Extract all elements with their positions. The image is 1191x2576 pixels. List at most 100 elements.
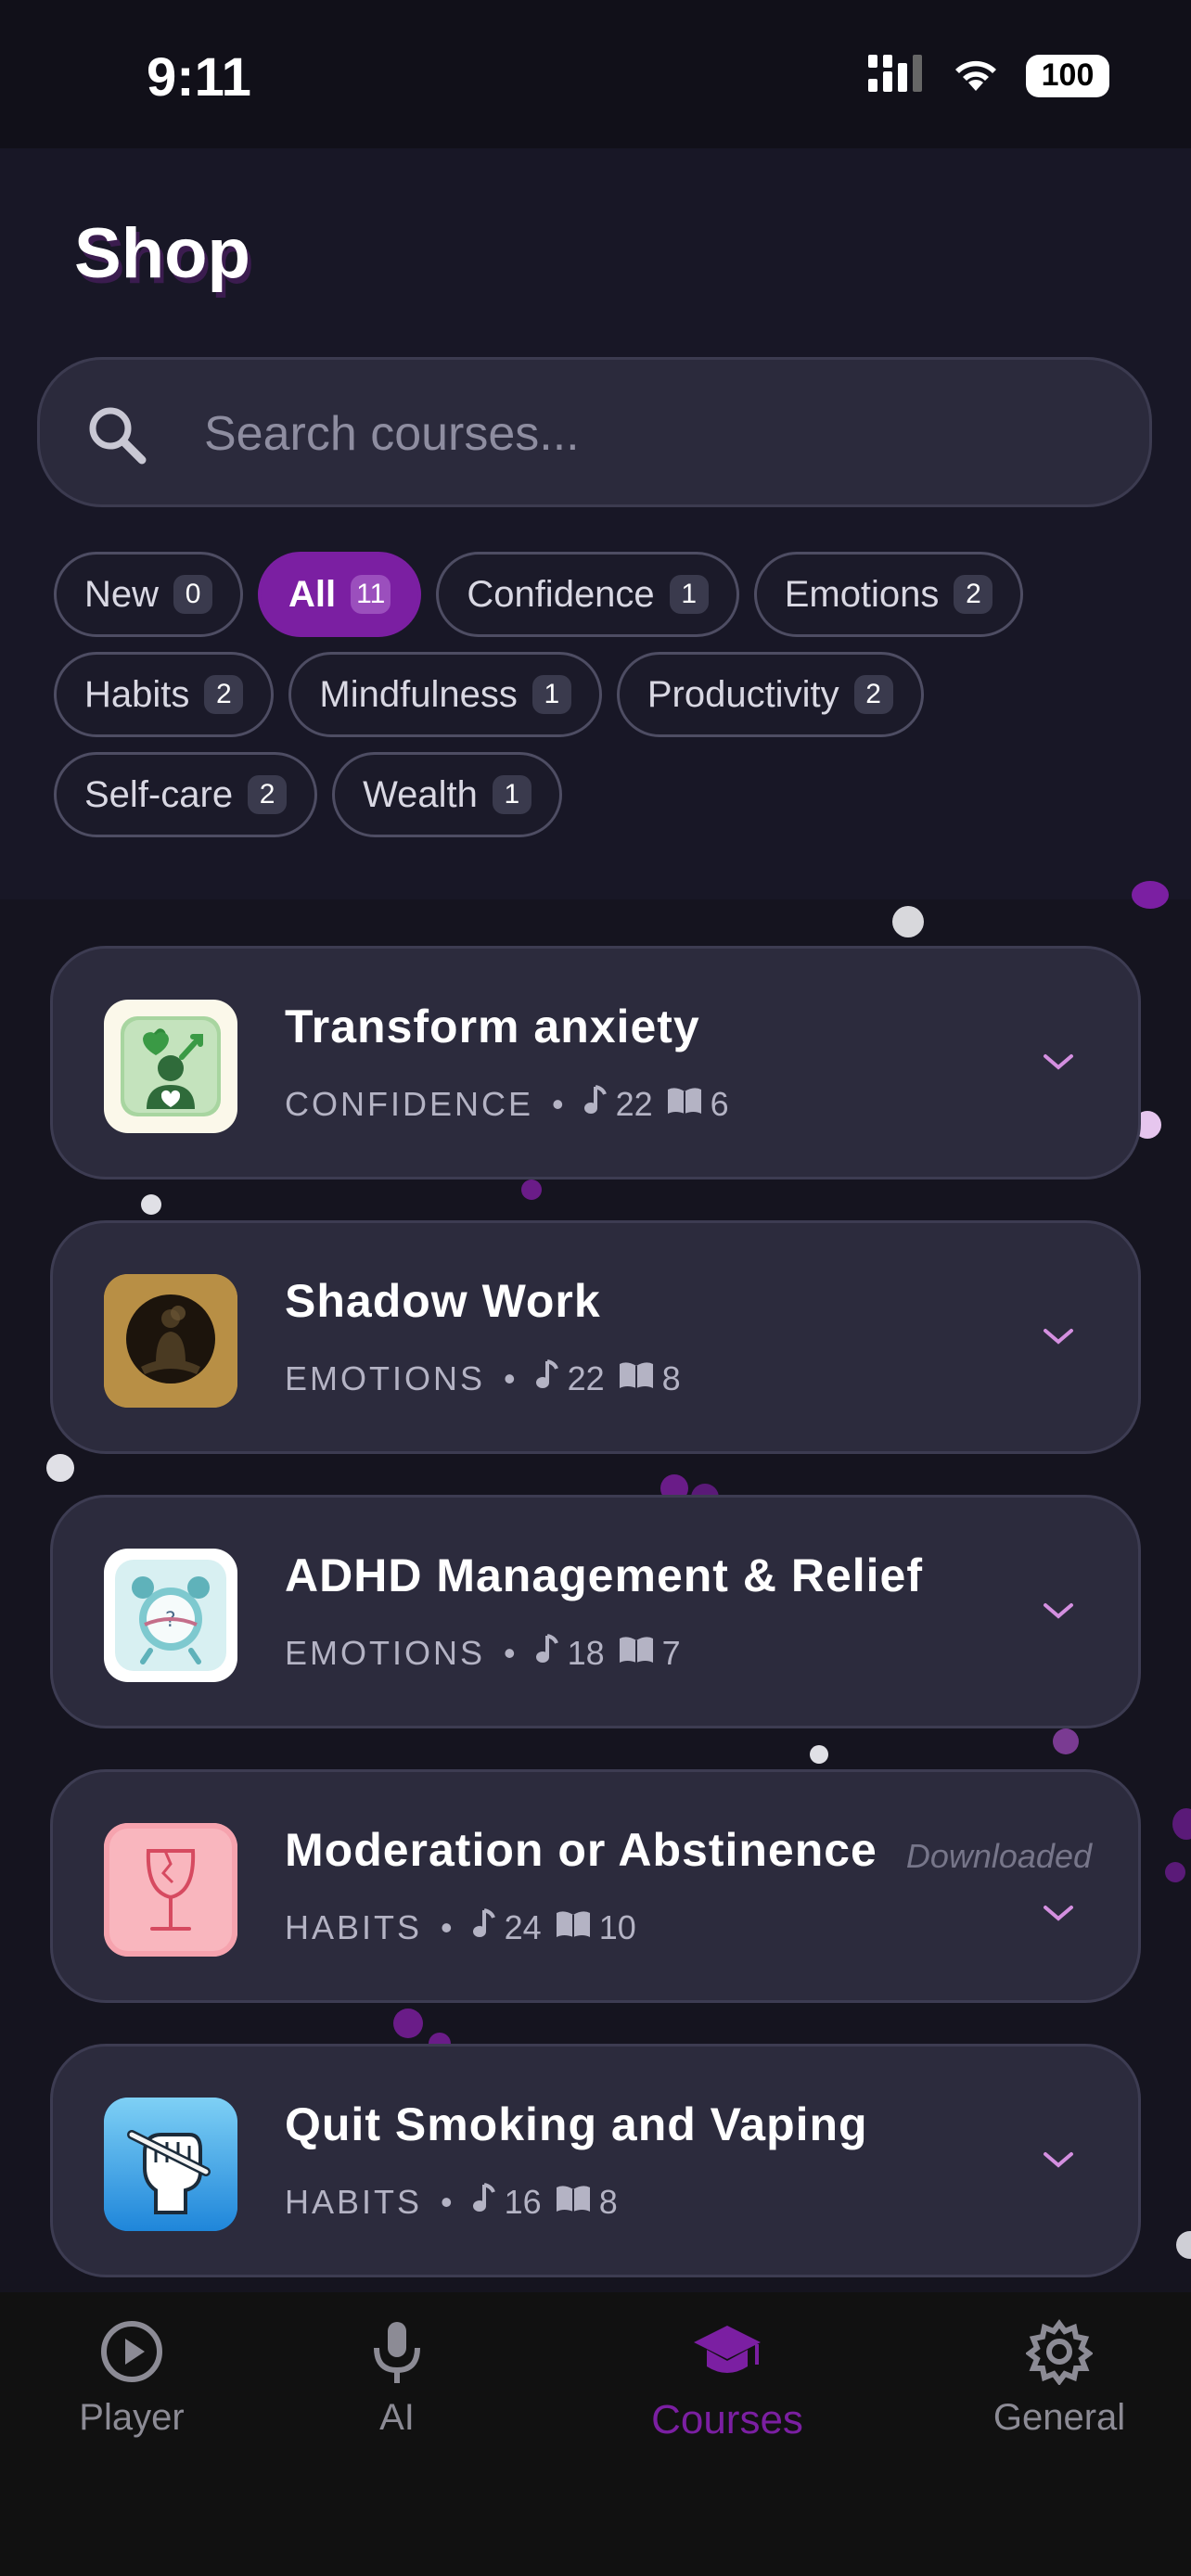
cellular-signal-icon (868, 55, 926, 96)
filter-chip-productivity[interactable]: Productivity 2 (616, 652, 924, 737)
course-card[interactable]: ? ADHD Management & Relief EMOTIONS • 18… (50, 1495, 1141, 1728)
tab-general[interactable]: General (957, 2318, 1161, 2439)
chevron-down-icon[interactable] (1042, 1325, 1075, 1352)
course-card[interactable]: Moderation or Abstinence Downloaded HABI… (50, 1769, 1141, 2003)
chip-count: 0 (173, 575, 213, 614)
course-title: Moderation or Abstinence (285, 1824, 877, 1876)
course-card[interactable]: Shadow Work EMOTIONS • 22 8 (50, 1220, 1141, 1454)
chip-count: 11 (351, 575, 391, 614)
particle (810, 1745, 828, 1764)
filter-chip-wealth[interactable]: Wealth 1 (332, 752, 562, 837)
fist-cigarette-icon (104, 2098, 237, 2231)
course-meta: EMOTIONS • 18 7 (285, 1632, 694, 1674)
course-card[interactable]: Transform anxiety CONFIDENCE • 22 6 (50, 946, 1141, 1180)
audio-count: 22 (615, 1084, 653, 1123)
course-meta: EMOTIONS • 22 8 (285, 1358, 694, 1399)
chip-count: 2 (954, 575, 993, 614)
separator-dot: • (552, 1084, 564, 1123)
status-bar: 9:11 100 (0, 0, 1191, 148)
book-icon (555, 1908, 592, 1947)
chip-label: Wealth (363, 773, 478, 815)
downloaded-label: Downloaded (905, 1837, 1092, 1875)
particle (1132, 881, 1169, 909)
page-title: Shop (74, 214, 250, 293)
alarm-clock-icon: ? (104, 1549, 237, 1682)
chip-label: Emotions (784, 573, 940, 615)
wifi-icon (950, 54, 1002, 97)
filter-chip-mindfulness[interactable]: Mindfulness 1 (288, 652, 602, 737)
tab-player[interactable]: Player (30, 2318, 234, 2439)
course-title: ADHD Management & Relief (285, 1549, 923, 1601)
reading-count: 10 (598, 1907, 636, 1946)
filter-chip-emotions[interactable]: Emotions 2 (753, 552, 1024, 637)
graduation-cap-icon (690, 2326, 764, 2389)
tab-courses[interactable]: Courses (625, 2318, 829, 2443)
music-note-icon (471, 1906, 497, 1948)
separator-dot: • (441, 1907, 453, 1946)
chevron-down-icon[interactable] (1042, 2149, 1075, 2175)
audio-count: 16 (504, 2182, 542, 2221)
tab-label: Player (79, 2397, 185, 2438)
particle (1165, 1862, 1185, 1882)
particle (1172, 1808, 1191, 1840)
chip-count: 2 (204, 675, 244, 714)
search-input[interactable] (202, 393, 1115, 475)
music-note-icon (583, 1083, 608, 1125)
chip-count: 1 (492, 775, 531, 814)
particle (1053, 1728, 1079, 1754)
tab-label: General (992, 2397, 1126, 2438)
book-icon (618, 1359, 655, 1398)
particle (892, 906, 924, 937)
particle (1176, 2231, 1191, 2259)
battery-indicator: 100 (1026, 54, 1109, 97)
course-category: EMOTIONS (285, 1358, 486, 1397)
filter-chip-all[interactable]: All 11 (258, 552, 422, 637)
chip-count: 2 (248, 775, 288, 814)
reading-count: 8 (661, 1358, 681, 1397)
heart-growth-icon (104, 1000, 237, 1133)
tab-ai[interactable]: AI (295, 2318, 499, 2439)
play-circle-icon (98, 2321, 165, 2389)
search-bar[interactable] (37, 357, 1152, 507)
book-icon (666, 1085, 703, 1124)
particle (521, 1180, 542, 1200)
music-note-icon (471, 2181, 497, 2223)
separator-dot: • (504, 1633, 516, 1672)
chip-label: Productivity (647, 673, 839, 715)
filter-chip-new[interactable]: New 0 (54, 552, 244, 637)
course-title: Quit Smoking and Vaping (285, 2098, 868, 2150)
chip-label: Confidence (467, 573, 655, 615)
chip-label: Habits (84, 673, 190, 715)
status-icons: 100 (868, 54, 1109, 97)
chevron-down-icon[interactable] (1042, 1902, 1075, 1929)
chip-label: All (288, 573, 337, 615)
course-category: HABITS (285, 1907, 423, 1946)
course-card[interactable]: Quit Smoking and Vaping HABITS • 16 8 (50, 2044, 1141, 2277)
broken-wine-glass-icon (104, 1823, 237, 1957)
chip-count: 2 (853, 675, 893, 714)
filter-chip-self-care[interactable]: Self-care 2 (54, 752, 318, 837)
course-title: Transform anxiety (285, 1001, 700, 1052)
chip-label: New (84, 573, 160, 615)
gear-icon (1025, 2319, 1094, 2389)
book-icon (555, 2183, 592, 2222)
chevron-down-icon[interactable] (1042, 1600, 1075, 1626)
course-meta: CONFIDENCE • 22 6 (285, 1083, 742, 1125)
filter-chip-confidence[interactable]: Confidence 1 (436, 552, 739, 637)
reading-count: 6 (710, 1084, 729, 1123)
search-icon (86, 404, 147, 470)
chevron-down-icon[interactable] (1042, 1051, 1075, 1078)
filter-chip-habits[interactable]: Habits 2 (54, 652, 275, 737)
tab-label: AI (379, 2397, 415, 2438)
music-note-icon (534, 1632, 560, 1674)
book-icon (618, 1634, 655, 1673)
particle (46, 1454, 74, 1482)
chip-count: 1 (531, 675, 571, 714)
course-category: EMOTIONS (285, 1633, 486, 1672)
audio-count: 18 (567, 1633, 605, 1672)
filter-chips: New 0 All 11 Confidence 1 Emotions 2 Hab… (54, 552, 1148, 852)
audio-count: 22 (567, 1358, 605, 1397)
course-category: CONFIDENCE (285, 1084, 534, 1123)
bottom-tab-bar: Player AI Courses General (0, 2292, 1191, 2576)
course-title: Shadow Work (285, 1275, 601, 1327)
